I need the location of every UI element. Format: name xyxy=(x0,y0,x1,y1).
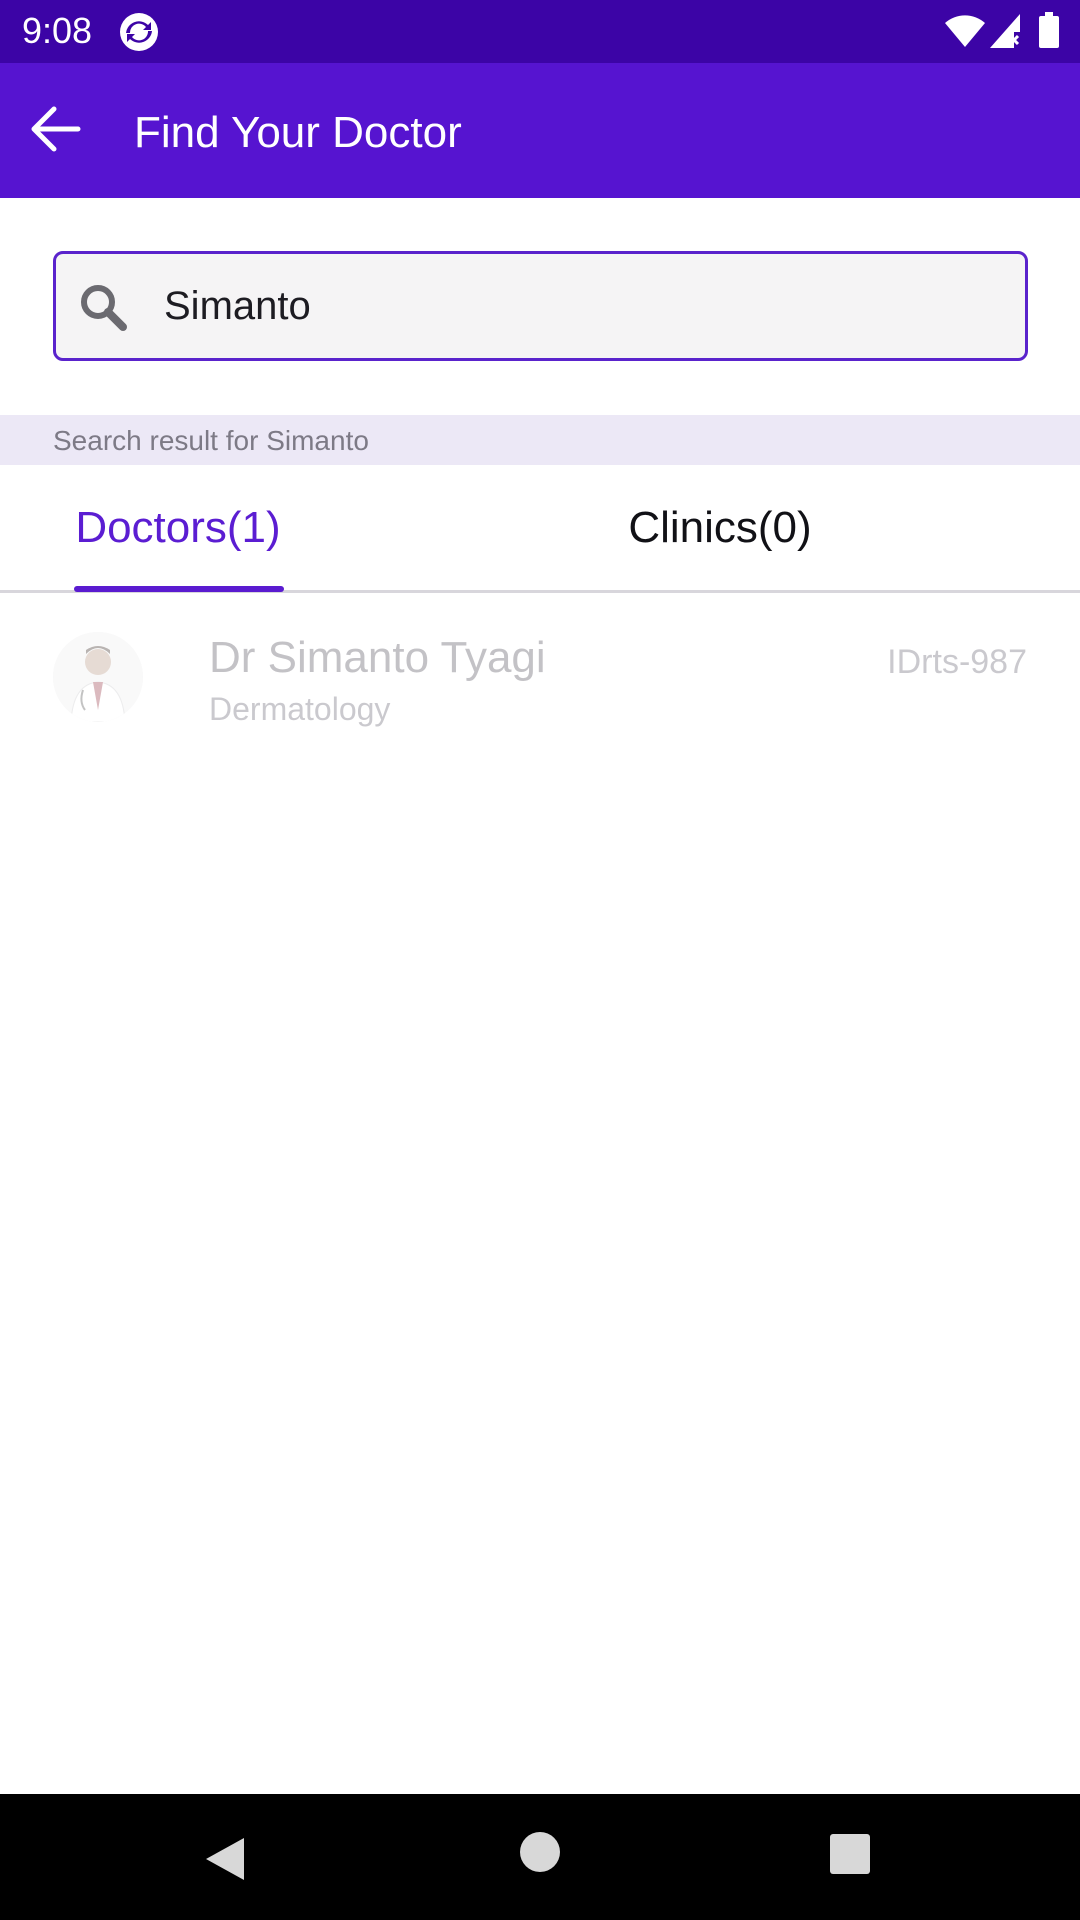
wifi-icon xyxy=(945,15,985,48)
nav-recents-icon[interactable] xyxy=(828,1832,872,1876)
tab-doctors[interactable]: Doctors(1) xyxy=(53,465,303,590)
status-time: 9:08 xyxy=(22,10,93,51)
search-box[interactable] xyxy=(53,251,1028,361)
search-icon xyxy=(81,285,127,331)
doctor-name: Dr Simanto Tyagi xyxy=(209,633,546,682)
list-item[interactable]: Dr Simanto Tyagi Dermatology IDrts-987 xyxy=(0,612,1080,742)
battery-icon xyxy=(1039,12,1059,48)
search-input[interactable] xyxy=(164,276,984,336)
tab-clinics[interactable]: Clinics(0) xyxy=(590,465,850,590)
arrow-back-icon xyxy=(31,106,81,152)
app-bar: Find Your Doctor xyxy=(0,63,1080,198)
search-result-banner: Search result for Simanto xyxy=(0,415,1080,465)
search-result-text: Search result for Simanto xyxy=(53,425,369,456)
tab-indicator xyxy=(74,586,284,592)
nav-back-icon[interactable] xyxy=(200,1834,250,1884)
screen: 9:08 Find Your Doctor Simanto Search res… xyxy=(0,0,1080,1920)
doctor-specialty: Dermatology xyxy=(209,691,391,727)
system-nav-bar xyxy=(0,1794,1080,1920)
nav-home-icon[interactable] xyxy=(518,1830,562,1874)
back-button[interactable] xyxy=(22,95,90,163)
doctor-id: IDrts-987 xyxy=(887,643,1027,681)
page-title: Find Your Doctor xyxy=(134,108,462,157)
status-bar: 9:08 xyxy=(0,0,1080,63)
results-tabs: Doctors(1) Clinics(0) xyxy=(0,465,1080,593)
avatar xyxy=(53,632,143,722)
signal-icon xyxy=(990,14,1020,48)
doctor-photo-icon xyxy=(53,632,143,722)
app-sync-icon xyxy=(120,13,158,51)
